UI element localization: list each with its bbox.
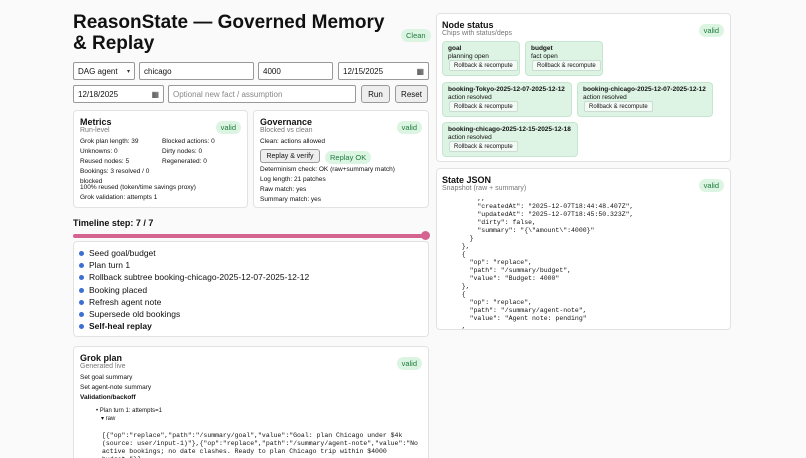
regenerated: Regenerated: 0 bbox=[162, 158, 207, 165]
node-chip-booking-chicago-1215: booking-chicago-2025-12-15-2025-12-18 ac… bbox=[442, 122, 578, 157]
validation-heading: Validation/backoff bbox=[80, 394, 136, 401]
budget-input[interactable]: 4000 bbox=[258, 62, 333, 80]
replay-status-badge: Replay OK bbox=[325, 151, 372, 164]
determinism-check: Determinism check: OK (raw+summary match… bbox=[260, 166, 395, 173]
calendar-icon[interactable]: ▦ bbox=[151, 90, 159, 99]
plan-line: Set goal summary bbox=[80, 374, 133, 381]
valid-badge: valid bbox=[698, 24, 724, 37]
bullet-icon bbox=[79, 311, 84, 317]
state-json-text: ,, "createdAt": "2025-12-07T18:44:48.407… bbox=[461, 195, 634, 330]
bullet-icon bbox=[79, 262, 84, 268]
reused-nodes: Reused nodes: 5 bbox=[80, 158, 130, 165]
bullet-icon bbox=[79, 323, 84, 329]
timeline-slider-thumb[interactable] bbox=[421, 231, 430, 240]
rollback-recompute-button[interactable]: Rollback & recompute bbox=[449, 60, 518, 71]
clean-badge: Clean bbox=[401, 29, 431, 42]
governance-subtitle: Blocked vs clean bbox=[260, 127, 313, 134]
node-status-title: Node status bbox=[442, 20, 494, 30]
blocked-actions: Blocked actions: 0 bbox=[162, 138, 215, 145]
calendar-icon[interactable]: ▦ bbox=[416, 67, 424, 76]
bullet-icon bbox=[79, 274, 84, 280]
state-json-title: State JSON bbox=[442, 175, 492, 185]
metrics-title: Metrics bbox=[80, 117, 112, 127]
dirty-nodes: Dirty nodes: 0 bbox=[162, 148, 203, 155]
node-chip-booking-chicago-1207: booking-chicago-2025-12-07-2025-12-12 ac… bbox=[577, 82, 713, 117]
grok-plan-length: Grok plan length: 39 bbox=[80, 138, 139, 145]
valid-badge: valid bbox=[215, 121, 241, 134]
governance-card: Governance Blocked vs clean valid Clean:… bbox=[253, 110, 429, 208]
plan-attempt: • Plan turn 1: attempts=1 bbox=[96, 408, 162, 414]
page-title: ReasonState — Governed Memory & Replay bbox=[73, 12, 385, 54]
rollback-recompute-button[interactable]: Rollback & recompute bbox=[449, 141, 518, 152]
metrics-subtitle: Run-level bbox=[80, 127, 110, 134]
list-item: Booking placed bbox=[79, 285, 147, 295]
bullet-icon bbox=[79, 287, 84, 293]
governance-title: Governance bbox=[260, 117, 313, 127]
rollback-recompute-button[interactable]: Rollback & recompute bbox=[449, 101, 518, 112]
run-button[interactable]: Run bbox=[361, 85, 390, 103]
rollback-recompute-button[interactable]: Rollback & recompute bbox=[532, 60, 601, 71]
grok-plan-title: Grok plan bbox=[80, 353, 123, 363]
node-chip-budget: budget fact open Rollback & recompute bbox=[525, 41, 603, 76]
list-item: Supersede old bookings bbox=[79, 309, 180, 319]
list-item: Rollback subtree booking-chicago-2025-12… bbox=[79, 272, 309, 282]
valid-badge: valid bbox=[396, 357, 422, 370]
node-status-subtitle: Chips with status/deps bbox=[442, 30, 513, 37]
list-item-current: Self-heal replay bbox=[79, 321, 152, 331]
replay-verify-button[interactable]: Replay & verify bbox=[260, 149, 320, 163]
city-input[interactable]: chicago bbox=[139, 62, 254, 80]
list-item: Plan turn 1 bbox=[79, 260, 130, 270]
raw-match: Raw match: yes bbox=[260, 186, 307, 193]
state-json-subtitle: Snapshot (raw + summary) bbox=[442, 185, 527, 192]
grok-plan-subtitle: Generated live bbox=[80, 363, 126, 370]
rollback-recompute-button[interactable]: Rollback & recompute bbox=[584, 101, 653, 112]
end-date-input[interactable]: 12/18/2025 ▦ bbox=[73, 85, 164, 103]
valid-badge: valid bbox=[698, 179, 724, 192]
chevron-down-icon: ▾ bbox=[126, 68, 130, 75]
raw-plan-text: [{"op":"replace","path":"/summary/goal",… bbox=[102, 432, 418, 458]
summary-match: Summary match: yes bbox=[260, 196, 322, 203]
bullet-icon bbox=[79, 299, 84, 305]
list-item: Refresh agent note bbox=[79, 297, 161, 307]
timeline-slider-track[interactable] bbox=[73, 234, 428, 238]
fact-input[interactable]: Optional new fact / assumption bbox=[168, 85, 356, 103]
agent-select[interactable]: DAG agent ▾ bbox=[73, 62, 135, 80]
valid-badge: valid bbox=[396, 121, 422, 134]
reset-button[interactable]: Reset bbox=[395, 85, 428, 103]
node-chip-booking-tokyo: booking-Tokyo-2025-12-07-2025-12-12 acti… bbox=[442, 82, 572, 117]
start-date-input[interactable]: 12/15/2025 ▦ bbox=[338, 62, 429, 80]
grok-validation: Grok validation: attempts 1 bbox=[80, 194, 158, 201]
bullet-icon bbox=[79, 250, 84, 256]
raw-toggle[interactable]: ▾ raw bbox=[96, 415, 162, 423]
timeline-title: Timeline step: 7 / 7 bbox=[73, 218, 154, 228]
reused-percent: 100% reused (token/time savings proxy) bbox=[80, 184, 196, 191]
unknowns: Unknowns: 0 bbox=[80, 148, 118, 155]
metrics-card: Metrics Run-level valid Grok plan length… bbox=[73, 110, 248, 208]
list-item: Seed goal/budget bbox=[79, 248, 156, 258]
log-length: Log length: 21 patches bbox=[260, 176, 326, 183]
plan-line: Set agent-note summary bbox=[80, 384, 152, 391]
clean-status: Clean: actions allowed bbox=[260, 138, 326, 145]
timeline-steps: Seed goal/budget Plan turn 1 Rollback su… bbox=[73, 241, 429, 337]
node-chip-goal: goal planning open Rollback & recompute bbox=[442, 41, 520, 76]
